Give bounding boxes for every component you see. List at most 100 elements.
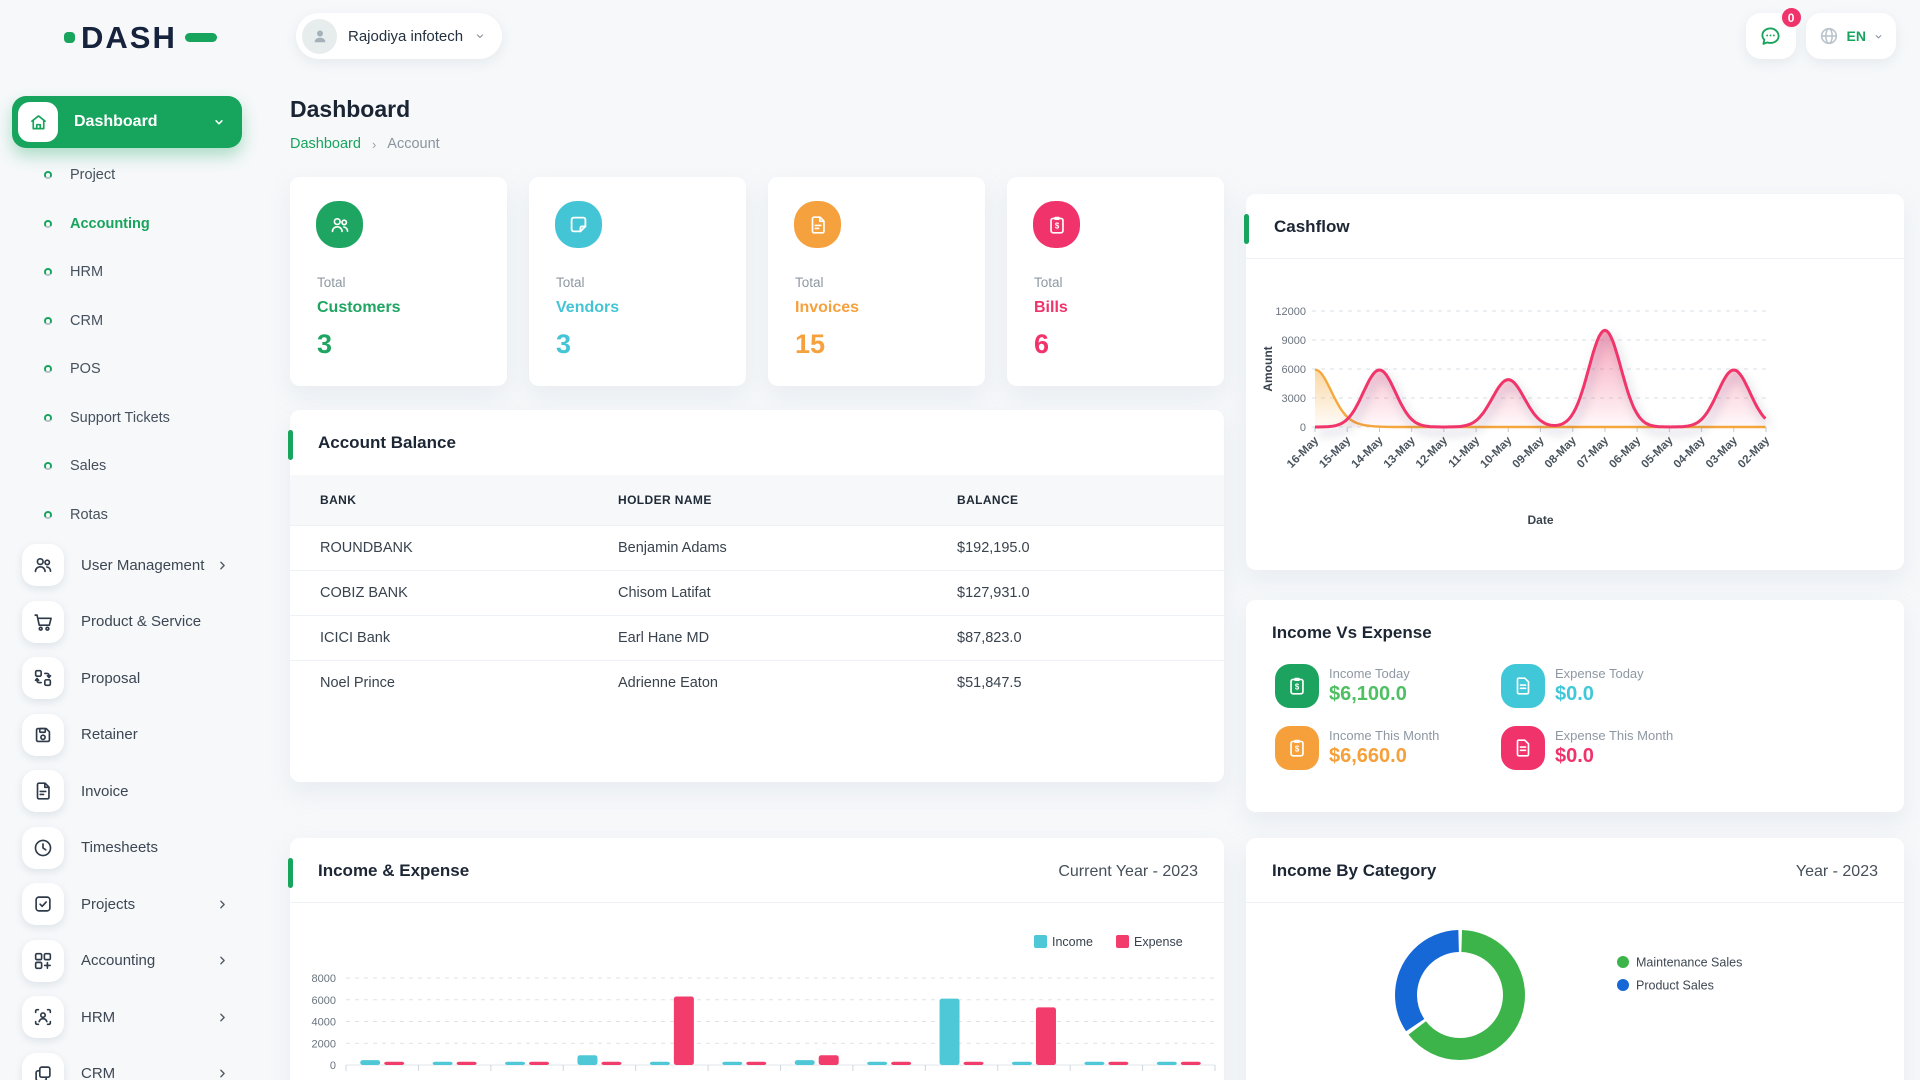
card-title: Account Balance [318,433,456,453]
card-title: Cashflow [1274,217,1350,237]
dashboard-submenu: Project Accounting HRM CRM POSSupport Ticket… [0,151,256,539]
brand-logo[interactable]: DASH [64,22,217,53]
table-cell: ROUNDBANK [290,525,618,570]
svg-text:$: $ [1054,221,1059,230]
sidebar-item-label: CRM [81,1065,115,1080]
sidebar-item-label: Proposal [81,670,140,687]
save-icon [22,714,64,756]
sidebar-item-projects[interactable]: Projects [0,876,256,933]
stat-prefix: Total [795,275,824,290]
messages-button[interactable]: 0 [1746,13,1796,59]
card-accent-bar [288,858,293,888]
table-row[interactable]: Noel PrinceAdrienne Eaton$51,847.5 [290,660,1224,705]
notification-badge: 0 [1780,6,1803,29]
svg-text:12000: 12000 [1275,306,1306,318]
breadcrumb: Dashboard › Account [290,136,440,152]
sidebar-subitem-rotas[interactable]: Rotas [0,491,256,540]
sidebar-item-label: Projects [81,896,135,913]
sidebar-item-user-management[interactable]: User Management [0,537,256,594]
company-switcher[interactable]: Rajodiya infotech [296,13,502,59]
table-row[interactable]: ROUNDBANKBenjamin Adams$192,195.0 [290,525,1224,570]
sidebar-item-hrm[interactable]: HRM [0,989,256,1046]
sidebar-item-invoice[interactable]: Invoice [0,763,256,820]
cashflow-card: Cashflow 03000600090001200016-May15-May1… [1246,194,1904,570]
card-title: Income Vs Expense [1272,623,1432,643]
ive-label: Expense This Month [1555,728,1673,743]
breadcrumb-current: Account [387,136,439,152]
page-title: Dashboard [290,96,410,123]
sidebar-subitem-sales[interactable]: Sales [0,442,256,491]
svg-text:10-May: 10-May [1478,434,1514,470]
sidebar-subitem-label: CRM [70,313,103,329]
svg-text:02-May: 02-May [1736,434,1772,470]
column-header-bank: BANK [290,475,618,525]
sidebar-subitem-accounting[interactable]: Accounting [0,200,256,249]
sidebar-item-crm[interactable]: CRM [0,1046,256,1080]
sidebar-item-timesheets[interactable]: Timesheets [0,820,256,877]
divider [1246,902,1904,903]
logo-accent-dot [64,32,75,43]
sidebar-item-dashboard[interactable]: Dashboard [12,96,242,148]
column-header-holder-name: HOLDER NAME [618,475,957,525]
chevron-right-icon [216,1011,229,1024]
column-header-balance: BALANCE [957,475,1224,525]
svg-text:4000: 4000 [312,1017,336,1029]
ive-label: Income Today [1329,666,1410,681]
svg-text:6000: 6000 [312,995,336,1007]
table-row[interactable]: ICICI BankEarl Hane MD$87,823.0 [290,615,1224,660]
sidebar-subitem-hrm[interactable]: HRM [0,248,256,297]
sidebar-item-accounting[interactable]: Accounting [0,933,256,990]
frame-icon [22,1053,64,1080]
sidebar-item-label: Product & Service [81,613,201,630]
bullet-icon [44,462,52,470]
company-name: Rajodiya infotech [348,28,463,45]
table-row[interactable]: COBIZ BANKChisom Latifat$127,931.0 [290,570,1224,615]
sidebar-subitem-support-tickets[interactable]: Support Tickets [0,394,256,443]
chevron-down-icon [474,30,486,42]
globe-icon [1818,25,1840,47]
language-selector[interactable]: EN [1806,13,1896,59]
bullet-icon [44,220,52,228]
table-cell: Noel Prince [290,660,618,705]
breadcrumb-separator-icon: › [372,137,376,152]
sidebar-subitem-label: Accounting [70,216,150,232]
chevron-right-icon [216,954,229,967]
sidebar-subitem-label: Rotas [70,507,108,523]
card-title: Income & Expense [318,861,469,881]
svg-text:09-May: 09-May [1511,434,1547,470]
users-icon [316,201,363,248]
table-cell: COBIZ BANK [290,570,618,615]
table-header: BANKHOLDER NAMEBALANCE [290,475,1224,525]
sidebar-subitem-pos[interactable]: POS [0,345,256,394]
ive-value: $6,660.0 [1329,745,1407,768]
stat-label: Customers [317,299,401,317]
svg-text:2000: 2000 [312,1038,336,1050]
home-icon [18,102,58,142]
sidebar-subitem-crm[interactable]: CRM [0,297,256,346]
table-cell: $87,823.0 [957,615,1224,660]
stat-prefix: Total [556,275,585,290]
bullet-icon [44,317,52,325]
chevron-right-icon [216,559,229,572]
card-title: Income By Category [1272,861,1436,881]
stat-prefix: Total [317,275,346,290]
cart-icon [22,601,64,643]
table-cell: Earl Hane MD [618,615,957,660]
svg-text:$: $ [1295,682,1300,691]
svg-text:05-May: 05-May [1639,434,1675,470]
sidebar-item-label: Dashboard [74,113,212,131]
sidebar-item-retainer[interactable]: Retainer [0,707,256,764]
income-by-category-donut-chart: Maintenance SalesProduct Sales [1246,905,1904,1080]
avatar [302,19,337,54]
sidebar-subitem-project[interactable]: Project [0,151,256,200]
svg-text:04-May: 04-May [1672,434,1708,470]
sidebar-item-product-service[interactable]: Product & Service [0,594,256,651]
breadcrumb-dashboard-link[interactable]: Dashboard [290,136,361,152]
cashflow-chart: 03000600090001200016-May15-May14-May13-M… [1246,258,1904,570]
stat-card-total-vendors: TotalVendors3 [529,177,746,386]
card-subtitle: Year - 2023 [1796,863,1878,881]
sidebar-item-label: HRM [81,1009,115,1026]
sidebar-item-proposal[interactable]: Proposal [0,650,256,707]
clipboard-dollar-icon: $ [1275,664,1319,708]
note-icon [555,201,602,248]
